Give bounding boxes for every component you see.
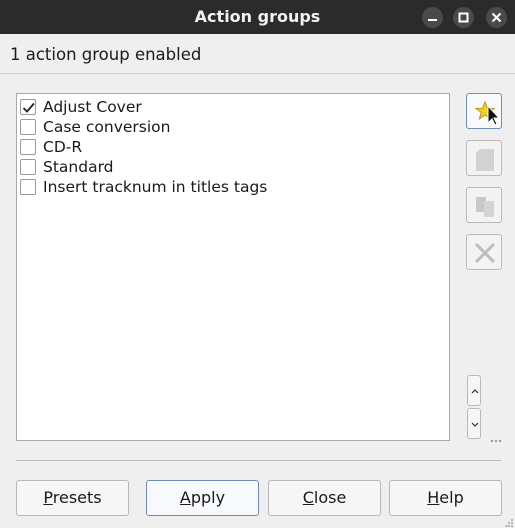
resize-grip-icon[interactable]: [505, 518, 514, 527]
button-label: pply: [190, 488, 226, 507]
list-item[interactable]: Standard: [20, 157, 114, 177]
maximize-button[interactable]: [453, 7, 474, 28]
minimize-icon: [428, 19, 437, 21]
checkbox[interactable]: [20, 139, 36, 155]
checkbox[interactable]: [20, 119, 36, 135]
checkmark-icon: [22, 102, 35, 113]
title-bar: Action groups: [0, 0, 515, 34]
divider: [16, 460, 501, 461]
checkbox[interactable]: [20, 99, 36, 115]
list-item-label: Insert tracknum in titles tags: [43, 178, 268, 196]
list-item-label: Adjust Cover: [43, 98, 142, 116]
mnemonic: C: [302, 488, 314, 507]
mnemonic: H: [427, 488, 440, 507]
copy-group-button[interactable]: [466, 187, 502, 223]
list-item[interactable]: Insert tracknum in titles tags: [20, 177, 267, 197]
list-item-label: Standard: [43, 158, 114, 176]
list-item-label: CD-R: [43, 138, 83, 156]
chevron-up-icon: [471, 389, 479, 394]
action-group-list[interactable]: Adjust Cover Case conversion CD-R Standa…: [16, 93, 450, 441]
button-label: elp: [439, 488, 464, 507]
edit-icon: [476, 149, 494, 171]
list-item-label: Case conversion: [43, 118, 171, 136]
move-up-button[interactable]: [467, 375, 481, 406]
enabled-summary: 1 action group enabled: [10, 45, 202, 64]
apply-button[interactable]: Apply: [146, 480, 259, 516]
close-icon: [491, 12, 502, 23]
list-item[interactable]: Case conversion: [20, 117, 170, 137]
checkbox[interactable]: [20, 159, 36, 175]
button-label: lose: [313, 488, 347, 507]
presets-button[interactable]: Presets: [16, 480, 129, 516]
list-item[interactable]: Adjust Cover: [20, 97, 142, 117]
dots-handle-icon: [490, 439, 502, 443]
divider: [0, 73, 515, 74]
list-item[interactable]: CD-R: [20, 137, 82, 157]
delete-icon: [474, 242, 496, 264]
copy-icon: [476, 197, 494, 217]
edit-group-button[interactable]: [466, 140, 502, 176]
mnemonic: P: [43, 488, 53, 507]
close-button[interactable]: Close: [268, 480, 381, 516]
chevron-down-icon: [471, 422, 479, 427]
close-window-button[interactable]: [486, 7, 507, 28]
minimize-button[interactable]: [422, 7, 443, 28]
button-label: resets: [52, 488, 102, 507]
add-group-button[interactable]: [466, 93, 502, 129]
checkbox[interactable]: [20, 179, 36, 195]
move-down-button[interactable]: [467, 408, 481, 439]
mnemonic: A: [179, 488, 191, 507]
help-button[interactable]: Help: [389, 480, 502, 516]
delete-group-button[interactable]: [466, 234, 502, 270]
maximize-icon: [458, 12, 469, 23]
new-star-icon: [474, 100, 501, 126]
